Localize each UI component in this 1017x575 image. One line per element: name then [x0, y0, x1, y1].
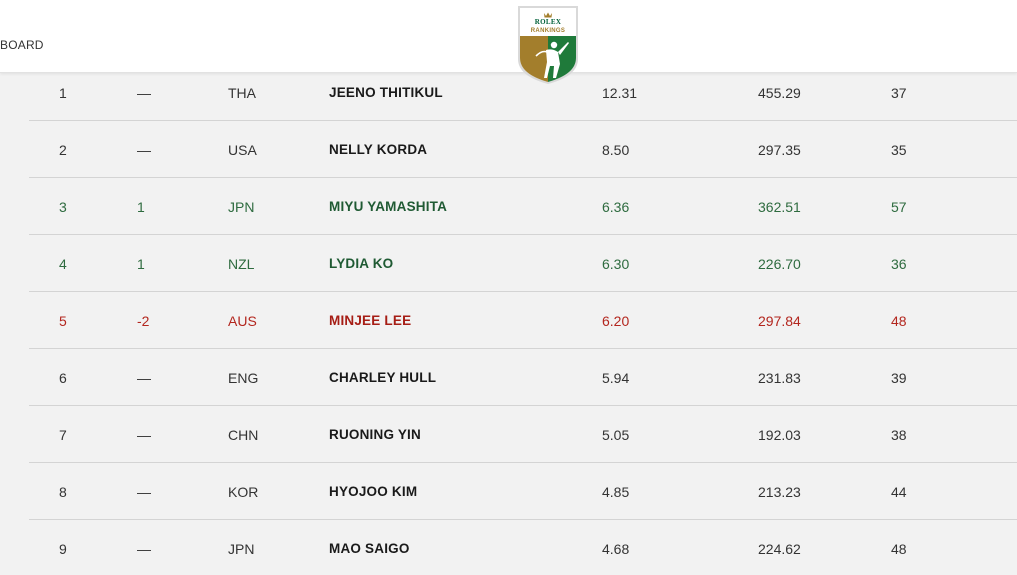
top-navigation-bar: BOARD [0, 0, 1017, 73]
events-cell: 36 [891, 256, 907, 272]
table-row[interactable]: 2 — USA NELLY KORDA 8.50 297.35 35 [29, 121, 1017, 178]
country-cell: ENG [228, 370, 259, 386]
average-points-cell: 6.30 [602, 256, 630, 272]
country-cell: AUS [228, 313, 257, 329]
average-points-cell: 8.50 [602, 142, 630, 158]
table-row[interactable]: 6 — ENG CHARLEY HULL 5.94 231.83 39 [29, 349, 1017, 406]
total-points-cell: 192.03 [758, 427, 801, 443]
rank-cell: 2 [59, 142, 67, 158]
total-points-cell: 213.23 [758, 484, 801, 500]
table-row[interactable]: 5 -2 AUS MINJEE LEE 6.20 297.84 48 [29, 292, 1017, 349]
rankings-page: BOARD ROLEX RANKINGS 1 — THA JEENO THITI… [0, 0, 1017, 575]
country-cell: CHN [228, 427, 259, 443]
country-cell: JPN [228, 199, 255, 215]
player-name[interactable]: LYDIA KO [329, 256, 393, 271]
table-row[interactable]: 7 — CHN RUONING YIN 5.05 192.03 38 [29, 406, 1017, 463]
movement-cell: -2 [137, 313, 150, 329]
table-row[interactable]: 8 — KOR HYOJOO KIM 4.85 213.23 44 [29, 463, 1017, 520]
logo-sub-text: RANKINGS [530, 28, 566, 34]
table-row[interactable]: 9 — JPN MAO SAIGO 4.68 224.62 48 [29, 520, 1017, 575]
movement-cell: 1 [137, 199, 145, 215]
player-name[interactable]: HYOJOO KIM [329, 484, 417, 499]
rank-cell: 5 [59, 313, 67, 329]
player-name[interactable]: MINJEE LEE [329, 313, 411, 328]
average-points-cell: 6.36 [602, 199, 630, 215]
events-cell: 57 [891, 199, 907, 215]
player-name[interactable]: MIYU YAMASHITA [329, 199, 447, 214]
player-name[interactable]: CHARLEY HULL [329, 370, 436, 385]
rank-cell: 6 [59, 370, 67, 386]
movement-cell: — [137, 427, 151, 443]
player-name[interactable]: NELLY KORDA [329, 142, 427, 157]
rank-cell: 9 [59, 541, 67, 557]
total-points-cell: 455.29 [758, 85, 801, 101]
total-points-cell: 297.84 [758, 313, 801, 329]
events-cell: 35 [891, 142, 907, 158]
country-cell: KOR [228, 484, 259, 500]
average-points-cell: 6.20 [602, 313, 630, 329]
movement-cell: — [137, 85, 151, 101]
country-cell: USA [228, 142, 257, 158]
logo-brand-text: ROLEX [534, 18, 562, 26]
rank-cell: 4 [59, 256, 67, 272]
events-cell: 39 [891, 370, 907, 386]
average-points-cell: 5.94 [602, 370, 630, 386]
events-cell: 48 [891, 541, 907, 557]
country-cell: NZL [228, 256, 255, 272]
movement-cell: — [137, 541, 151, 557]
player-name[interactable]: RUONING YIN [329, 427, 421, 442]
total-points-cell: 297.35 [758, 142, 801, 158]
average-points-cell: 12.31 [602, 85, 638, 101]
table-row[interactable]: 3 1 JPN MIYU YAMASHITA 6.36 362.51 57 [29, 178, 1017, 235]
player-name[interactable]: JEENO THITIKUL [329, 85, 443, 100]
table-row[interactable]: 4 1 NZL LYDIA KO 6.30 226.70 36 [29, 235, 1017, 292]
average-points-cell: 4.85 [602, 484, 630, 500]
player-name[interactable]: MAO SAIGO [329, 541, 410, 556]
rolex-rankings-logo[interactable]: ROLEX RANKINGS [516, 6, 580, 84]
rank-cell: 8 [59, 484, 67, 500]
country-cell: JPN [228, 541, 255, 557]
average-points-cell: 4.68 [602, 541, 630, 557]
movement-cell: 1 [137, 256, 145, 272]
nav-link-leaderboard[interactable]: BOARD [0, 38, 44, 52]
events-cell: 44 [891, 484, 907, 500]
movement-cell: — [137, 484, 151, 500]
total-points-cell: 226.70 [758, 256, 801, 272]
total-points-cell: 362.51 [758, 199, 801, 215]
total-points-cell: 231.83 [758, 370, 801, 386]
events-cell: 38 [891, 427, 907, 443]
events-cell: 37 [891, 85, 907, 101]
rank-cell: 3 [59, 199, 67, 215]
events-cell: 48 [891, 313, 907, 329]
rank-cell: 1 [59, 85, 67, 101]
rank-cell: 7 [59, 427, 67, 443]
movement-cell: — [137, 370, 151, 386]
average-points-cell: 5.05 [602, 427, 630, 443]
total-points-cell: 224.62 [758, 541, 801, 557]
country-cell: THA [228, 85, 256, 101]
rankings-table: 1— THA JEENO THITIKUL 12.31 455.29 37 2— USA NEL… [29, 64, 1017, 575]
movement-cell: — [137, 142, 151, 158]
